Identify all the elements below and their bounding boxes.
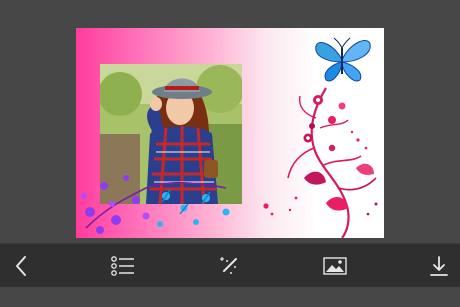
photo-frame[interactable] [76,28,384,238]
magic-wand-icon [220,257,237,274]
editor-canvas [0,28,460,243]
butterfly-icon [315,37,371,82]
chevron-left-icon [16,256,26,276]
bottom-strip [0,287,460,307]
effects-button[interactable] [214,251,244,281]
image-icon [323,257,347,275]
corner-flowers-decoration [81,175,230,234]
frames-list-button[interactable] [108,251,138,281]
download-icon [430,256,448,276]
photo-frame-editor [0,0,460,307]
gallery-button[interactable] [320,251,350,281]
back-button[interactable] [6,251,36,281]
top-bar [0,0,460,28]
save-button[interactable] [424,251,454,281]
list-icon [111,256,134,276]
bottom-toolbar [0,243,460,288]
